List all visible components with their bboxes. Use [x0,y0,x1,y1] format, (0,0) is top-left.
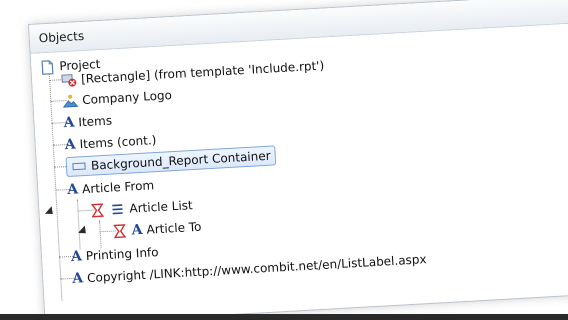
rectangle-template-icon [61,71,78,88]
object-tree[interactable]: Project [Rectangle] (from template 'Incl… [30,22,568,320]
document-icon [39,59,56,76]
tree-item-label: Company Logo [81,88,173,108]
tree-item-label: [Rectangle] (from template 'Include.rpt'… [80,58,325,87]
tree-item-printing-info[interactable]: A Printing Info [71,242,160,267]
text-icon: A [70,248,83,265]
bottom-edge-bar [0,314,568,320]
tree-guide-article-list [99,220,102,249]
tree-item-items-cont[interactable]: A Items (cont.) [64,130,157,155]
tree-item-items[interactable]: A Items [63,110,112,133]
tree-item-article-to[interactable]: A Article To [111,217,202,242]
filter-icon [89,202,106,219]
tree-item-label: Items (cont.) [79,133,157,152]
screenshot-stage: Objects Project [Rectangle] (from templa… [0,0,568,320]
panel-title: Objects [38,28,85,46]
container-icon [71,158,88,175]
text-icon: A [66,181,79,199]
tree-item-article-from[interactable]: A Article From [67,175,155,200]
text-icon: A [131,221,143,239]
tree-item-label: Article List [129,198,194,216]
tree-item-label: Printing Info [85,245,159,264]
tree-guide-article-from [76,199,81,250]
tree-guide-main [48,68,63,301]
filter-icon [111,223,128,240]
text-icon: A [71,270,84,287]
table-icon [109,201,126,218]
picture-icon [62,92,79,109]
tree-item-label: Items [78,113,113,130]
text-icon: A [64,136,77,154]
tree-item-label: Article From [81,178,155,197]
expand-arrow-icon[interactable] [44,206,57,218]
tree-item-label: Article To [146,219,202,237]
objects-panel: Objects Project [Rectangle] (from templa… [28,0,568,320]
expand-arrow-icon[interactable] [78,225,90,237]
tree-item-label: Background_Report Container [90,148,271,173]
text-icon: A [63,114,75,132]
